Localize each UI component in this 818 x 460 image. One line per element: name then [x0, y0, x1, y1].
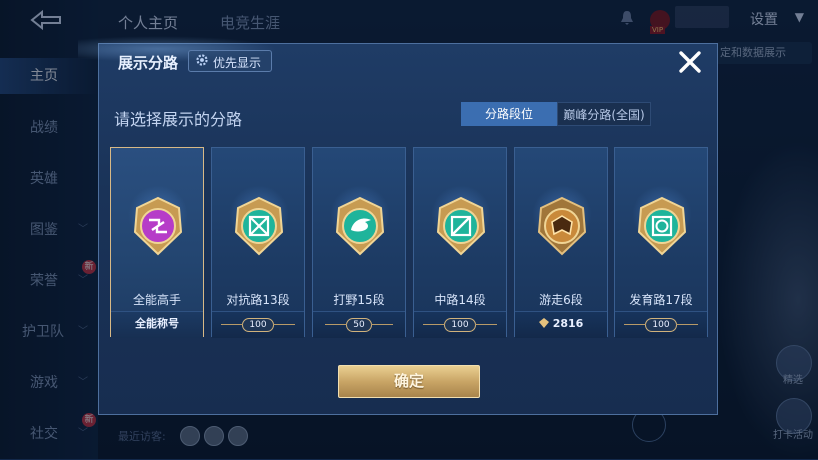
lane-card-all-rounder[interactable]: 全能高手 全能称号 — [110, 147, 204, 338]
lane-footer: 50 — [313, 311, 405, 338]
lane-card-jungle[interactable]: 打野15段 50 — [312, 147, 406, 338]
lane-name: 发育路17段 — [629, 293, 693, 307]
jungle-badge-icon — [335, 196, 385, 256]
lane-footer: 全能称号 — [111, 311, 203, 338]
lane-name: 全能高手 — [132, 293, 181, 307]
lane-footer: 2816 — [515, 311, 607, 338]
lane-name: 对抗路13段 — [226, 293, 290, 307]
dialog-subtitle: 请选择展示的分路 — [114, 110, 243, 129]
rank-stars-pill: 50 — [324, 318, 394, 332]
peak-points-icon — [538, 318, 549, 328]
clash-lane-badge-icon — [234, 196, 284, 256]
lane-card-clash[interactable]: 对抗路13段 100 — [211, 147, 305, 338]
lane-card-roam[interactable]: 游走6段 2816 — [514, 147, 608, 338]
gear-icon — [196, 54, 208, 66]
lane-footer: 100 — [414, 311, 506, 338]
dialog-title: 展示分路 — [118, 54, 179, 72]
priority-display-button[interactable]: 优先显示 — [188, 50, 272, 72]
rank-stars-pill: 100 — [624, 318, 698, 332]
lane-card-mid[interactable]: 中路14段 100 — [413, 147, 507, 338]
confirm-button[interactable]: 确定 — [338, 365, 480, 398]
priority-display-label: 优先显示 — [213, 56, 262, 70]
lane-card-farm[interactable]: 发育路17段 100 — [614, 147, 708, 338]
farm-lane-badge-icon — [637, 196, 687, 256]
rank-stars-pill: 100 — [423, 318, 497, 332]
lane-footer: 100 — [212, 311, 304, 338]
lane-name: 游走6段 — [539, 293, 583, 307]
mid-lane-badge-icon — [436, 196, 486, 256]
all-rounder-title: 全能称号 — [135, 317, 179, 330]
tab-peak-lane[interactable]: 巅峰分路(全国) — [557, 102, 651, 126]
lane-name: 打野15段 — [333, 293, 385, 307]
roam-badge-icon — [537, 196, 587, 256]
tab-lane-rank[interactable]: 分路段位 — [461, 102, 557, 126]
close-icon[interactable] — [676, 48, 704, 76]
peak-points: 2816 — [552, 317, 584, 330]
lane-name: 中路14段 — [434, 293, 486, 307]
all-rounder-badge-icon — [133, 196, 183, 256]
lane-footer: 100 — [615, 311, 707, 338]
rank-stars-pill: 100 — [221, 318, 295, 332]
